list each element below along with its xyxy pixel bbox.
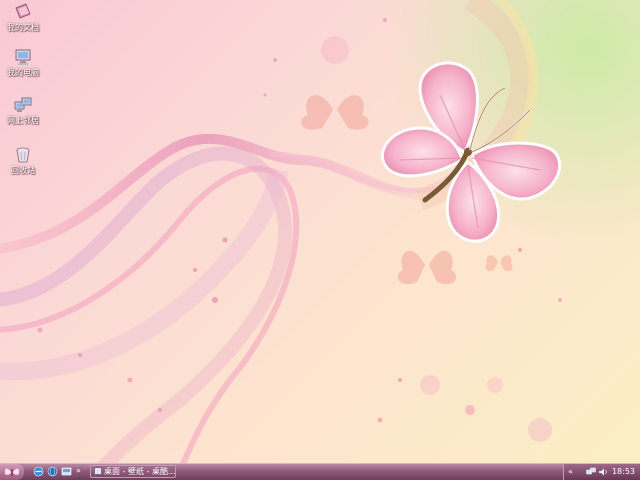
desktop-icon-recycle-bin[interactable]: 回收站: [0, 146, 49, 176]
taskbar: » 桌面 - 壁纸 - 桌酷... « 18:53: [0, 463, 640, 480]
browser-globe-icon[interactable]: [47, 466, 58, 477]
desktop-icon-label: 网上邻居: [7, 116, 39, 125]
tray-expand-button[interactable]: «: [568, 466, 573, 477]
desktop[interactable]: 我的文档 我的电脑 网上邻居 回收站: [0, 0, 640, 463]
system-clock[interactable]: 18:53: [612, 466, 635, 478]
desktop-icon-label: 我的电脑: [7, 68, 39, 77]
butterfly-wallpaper: [0, 0, 562, 463]
task-item-label: 桌面 - 壁纸 - 桌酷...: [104, 467, 176, 476]
quick-launch-more-button[interactable]: »: [76, 465, 81, 477]
task-item-desktop-wallpaper[interactable]: 桌面 - 壁纸 - 桌酷...: [90, 465, 176, 478]
network-places-icon: [14, 97, 32, 112]
desktop-icon-label: 回收站: [11, 166, 35, 175]
start-button[interactable]: [0, 464, 24, 480]
show-desktop-icon[interactable]: [61, 466, 72, 477]
desktop-icon-my-computer[interactable]: 我的电脑: [0, 48, 49, 78]
internet-explorer-icon[interactable]: [33, 466, 44, 477]
my-computer-icon: [15, 49, 31, 65]
desktop-icon-my-documents[interactable]: 我的文档: [0, 3, 49, 33]
desktop-icon-network-places[interactable]: 网上邻居: [0, 96, 49, 126]
window-icon: [94, 467, 102, 475]
volume-icon[interactable]: [598, 467, 608, 477]
desktop-icon-label: 我的文档: [7, 23, 39, 32]
system-tray: « 18:53: [563, 464, 640, 480]
network-status-icon[interactable]: [586, 467, 596, 477]
butterfly-logo-icon: [4, 468, 20, 476]
my-documents-icon: [15, 3, 31, 19]
recycle-bin-icon: [16, 147, 30, 163]
